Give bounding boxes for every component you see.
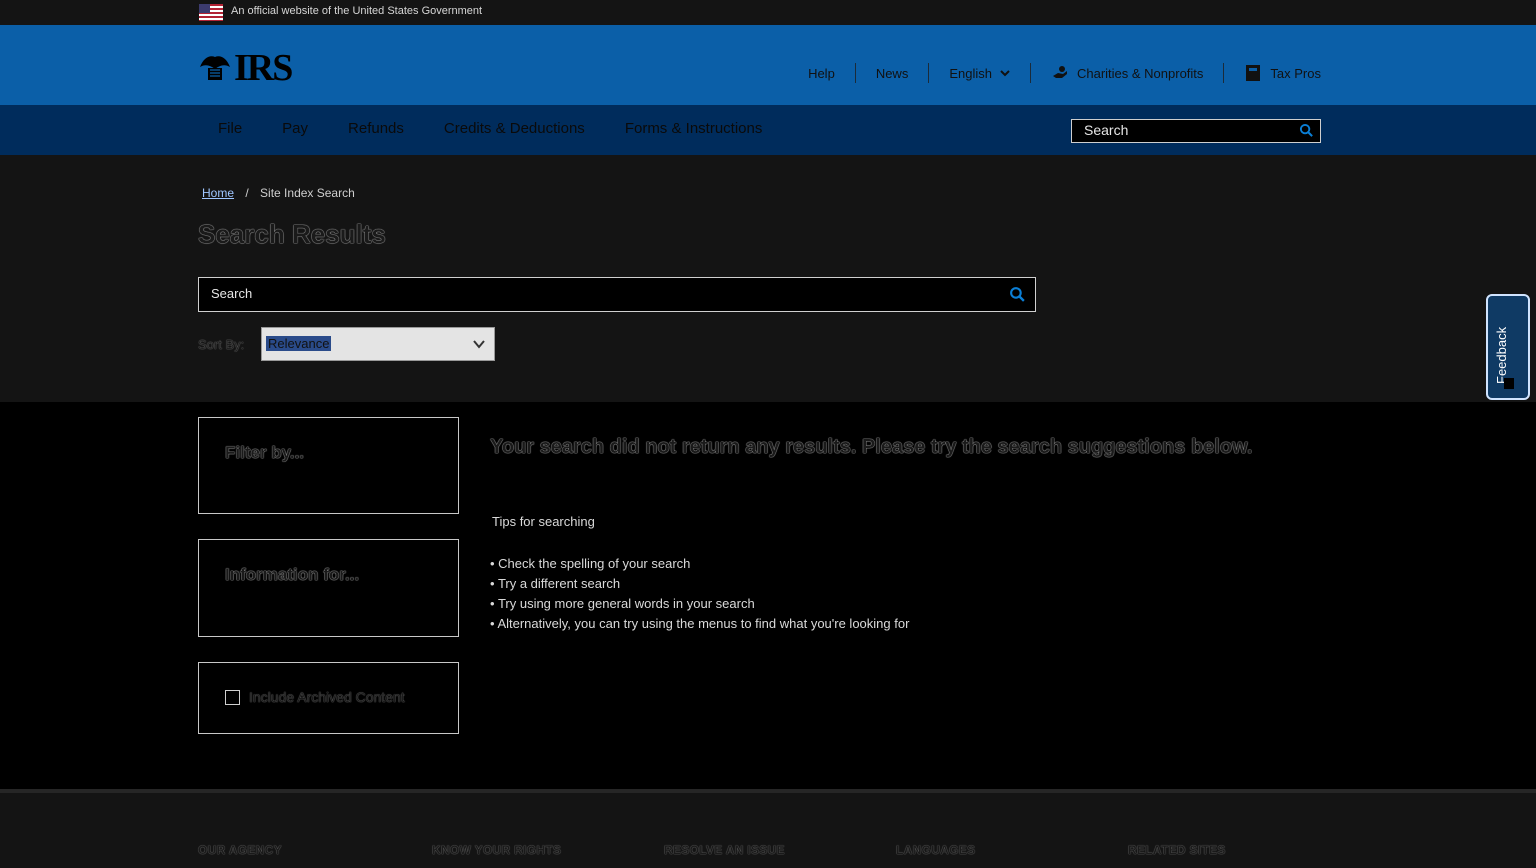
hand-heart-icon (1052, 66, 1067, 78)
include-archived-label: Include Archived Content (249, 689, 405, 705)
breadcrumb: Home / Site Index Search (202, 186, 355, 200)
util-help-link[interactable]: Help (788, 63, 856, 83)
tip-item: Try a different search (490, 574, 909, 594)
sort-selected-value: Relevance (266, 336, 332, 351)
nav-forms-instructions[interactable]: Forms & Instructions (605, 120, 783, 137)
no-results-message: Your search did not return any results. … (490, 436, 1253, 458)
site-header: IRS Help News English Charities & Nonpro… (0, 25, 1536, 105)
page-title: Search Results (198, 219, 386, 249)
irs-logo[interactable]: IRS (198, 47, 293, 89)
filter-by-heading: Filter by... (225, 443, 305, 462)
breadcrumb-current: Site Index Search (260, 186, 355, 200)
nav-pay[interactable]: Pay (262, 120, 328, 137)
main-search-input[interactable] (199, 278, 991, 309)
briefcase-icon (1246, 65, 1261, 81)
nav-search-box (1071, 119, 1321, 143)
utility-nav: Help News English Charities & Nonprofits… (788, 63, 1321, 83)
main-nav: File Pay Refunds Credits & Deductions Fo… (0, 105, 1536, 155)
information-for-heading: Information for... (225, 565, 360, 584)
feedback-label: Feedback (1494, 326, 1509, 384)
include-archived-option[interactable]: Include Archived Content (225, 689, 405, 705)
footer-heading-languages: LANGUAGES (896, 843, 976, 857)
logo-text: IRS (234, 47, 293, 89)
nav-credits-deductions[interactable]: Credits & Deductions (424, 120, 605, 137)
chevron-down-icon (1000, 70, 1010, 77)
include-archived-checkbox[interactable] (225, 689, 240, 705)
util-taxpros-link[interactable]: Tax Pros (1224, 63, 1321, 83)
tip-item: Alternatively, you can try using the men… (490, 614, 909, 634)
util-charities-label: Charities & Nonprofits (1076, 65, 1204, 81)
util-charities-link[interactable]: Charities & Nonprofits (1031, 63, 1225, 83)
breadcrumb-separator: / (245, 186, 249, 200)
sort-by-select[interactable]: Relevance (261, 327, 495, 361)
chevron-down-icon (473, 340, 485, 349)
footer-heading-our-agency: OUR AGENCY (198, 843, 282, 857)
footer-heading-resolve-an-issue: RESOLVE AN ISSUE (664, 843, 785, 857)
language-label: English (949, 65, 992, 81)
feedback-tab[interactable]: Feedback (1486, 294, 1530, 400)
tips-list: Check the spelling of your search Try a … (490, 554, 909, 634)
information-for-panel[interactable]: Information for... (198, 539, 459, 637)
util-news-label: News (875, 65, 909, 81)
language-dropdown[interactable]: English (929, 63, 1031, 83)
eagle-emblem-icon (200, 56, 230, 80)
gov-banner-text: An official website of the United States… (231, 5, 483, 17)
util-taxpros-label: Tax Pros (1270, 65, 1321, 81)
footer-heading-related-sites: RELATED SITES (1128, 843, 1226, 857)
nav-search-input[interactable] (1072, 120, 1302, 140)
filter-by-panel[interactable]: Filter by... (198, 417, 459, 514)
main-search-box (198, 277, 1036, 312)
sort-by-label: Sort By: (198, 337, 245, 352)
search-header-section: Home / Site Index Search Search Results … (0, 155, 1536, 402)
tip-item: Check the spelling of your search (490, 554, 909, 574)
tip-item: Try using more general words in your sea… (490, 594, 909, 614)
breadcrumb-home-link[interactable]: Home (202, 186, 234, 200)
site-footer: OUR AGENCY KNOW YOUR RIGHTS RESOLVE AN I… (0, 789, 1536, 868)
gov-banner: An official website of the United States… (0, 0, 1536, 25)
util-news-link[interactable]: News (856, 63, 930, 83)
search-icon[interactable] (1299, 123, 1314, 138)
nav-refunds[interactable]: Refunds (328, 120, 424, 137)
archived-content-panel: Include Archived Content (198, 662, 459, 734)
nav-file[interactable]: File (198, 120, 262, 137)
search-icon[interactable] (1009, 286, 1026, 303)
us-flag-icon (199, 4, 223, 21)
footer-heading-know-your-rights: KNOW YOUR RIGHTS (432, 843, 562, 857)
tips-title: Tips for searching (492, 514, 595, 529)
util-help-label: Help (808, 65, 835, 81)
feedback-icon (1504, 378, 1514, 389)
